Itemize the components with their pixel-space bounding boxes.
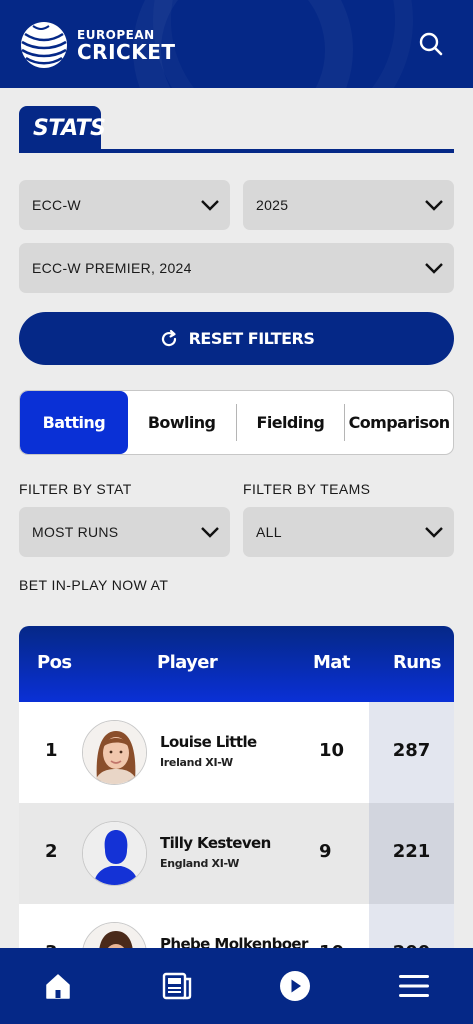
player-team: Ireland XI-W [160,756,233,769]
season-value: 2025 [256,197,289,213]
table-header: Pos Player Mat Runs [19,626,454,702]
player-name[interactable]: Tilly Kesteven [160,834,271,852]
header-runs: Runs [393,652,441,673]
app-header: EUROPEAN CRICKET [0,0,473,88]
filter-by-teams-label: FILTER BY TEAMS [243,481,371,497]
table-row[interactable]: 1 Louise Little Ireland XI-W 10 287 [19,702,454,803]
stat-value: MOST RUNS [32,524,119,540]
bottom-navigation [0,948,473,1024]
avatar [82,720,147,785]
competition-select[interactable]: ECC-W [19,180,230,230]
tab-batting[interactable]: Batting [20,391,128,454]
chevron-down-icon [425,527,443,538]
player-silhouette-icon [83,822,146,885]
filter-by-stat-label: FILTER BY STAT [19,481,132,497]
tab-bowling[interactable]: Bowling [128,391,236,454]
row-pos: 1 [45,740,58,761]
refresh-icon [161,329,176,346]
tab-fielding[interactable]: Fielding [237,391,345,454]
header-mat: Mat [313,652,350,673]
tab-comparison[interactable]: Comparison [345,391,453,454]
stats-table: Pos Player Mat Runs 1 Louise Little Irel… [19,626,454,956]
reset-filters-button[interactable]: RESET FILTERS [19,312,454,365]
logo-text-european: EUROPEAN [77,27,155,42]
row-pos: 2 [45,841,58,862]
stat-select[interactable]: MOST RUNS [19,507,230,557]
row-matches: 10 [319,740,345,761]
title-underline [19,149,454,153]
chevron-down-icon [425,263,443,274]
player-name[interactable]: Louise Little [160,733,257,751]
table-row[interactable]: 2 Tilly Kesteven England XI-W 9 221 [19,803,454,904]
nav-news[interactable] [161,970,193,1002]
event-value: ECC-W PREMIER, 2024 [32,260,192,276]
event-select[interactable]: ECC-W PREMIER, 2024 [19,243,454,293]
cricket-ball-icon [21,22,67,68]
logo-text-cricket: CRICKET [77,39,176,64]
teams-value: ALL [256,524,282,540]
search-icon[interactable] [417,30,445,58]
bet-in-play-text: BET IN-PLAY NOW AT [19,577,169,593]
player-team: England XI-W [160,857,240,870]
header-pos: Pos [37,652,72,673]
season-select[interactable]: 2025 [243,180,454,230]
row-matches: 9 [319,841,332,862]
player-photo [83,721,146,784]
reset-filters-label: RESET FILTERS [188,329,315,348]
stat-category-tabs: Batting Bowling Fielding Comparison [19,390,454,455]
home-icon [46,974,70,999]
nav-video[interactable] [279,970,311,1002]
row-runs: 221 [392,841,431,862]
menu-icon [399,975,429,997]
chevron-down-icon [201,527,219,538]
news-icon [162,972,192,1000]
header-player: Player [157,652,218,673]
competition-value: ECC-W [32,197,81,213]
row-runs: 287 [392,740,431,761]
teams-select[interactable]: ALL [243,507,454,557]
nav-menu[interactable] [398,970,430,1002]
page-title: STATS [33,116,106,141]
chevron-down-icon [201,200,219,211]
european-cricket-logo[interactable]: EUROPEAN CRICKET [19,20,176,70]
nav-home[interactable] [42,970,74,1002]
header-decoration [153,0,413,88]
chevron-down-icon [425,200,443,211]
play-icon [280,971,310,1001]
avatar [82,821,147,886]
